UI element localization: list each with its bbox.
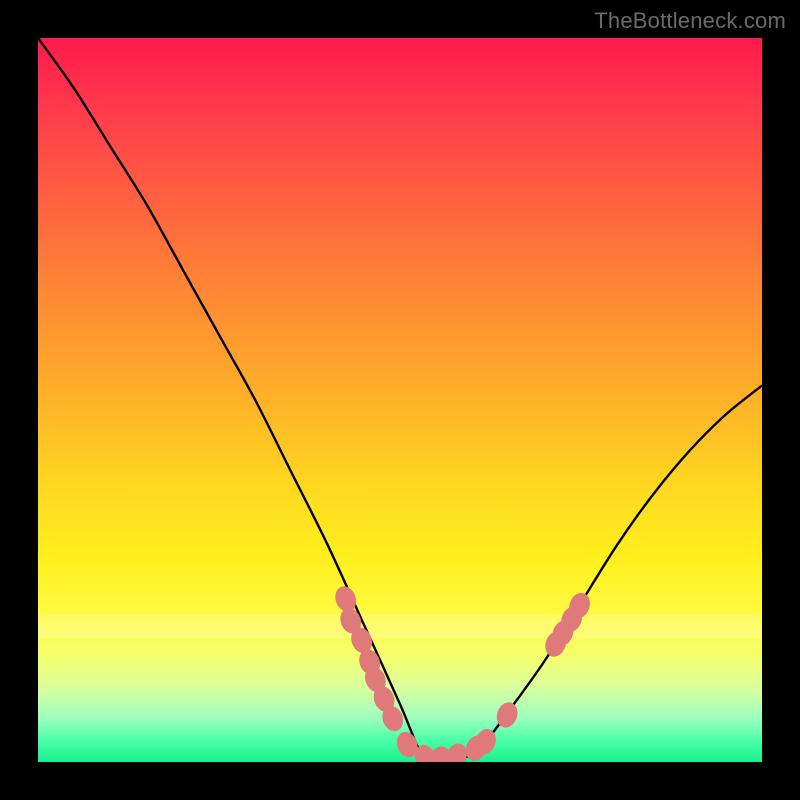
watermark-text: TheBottleneck.com [594, 8, 786, 34]
marker-group [332, 583, 594, 762]
bottleneck-curve [38, 38, 762, 762]
chart-overlay [38, 38, 762, 762]
chart-frame: TheBottleneck.com [0, 0, 800, 800]
